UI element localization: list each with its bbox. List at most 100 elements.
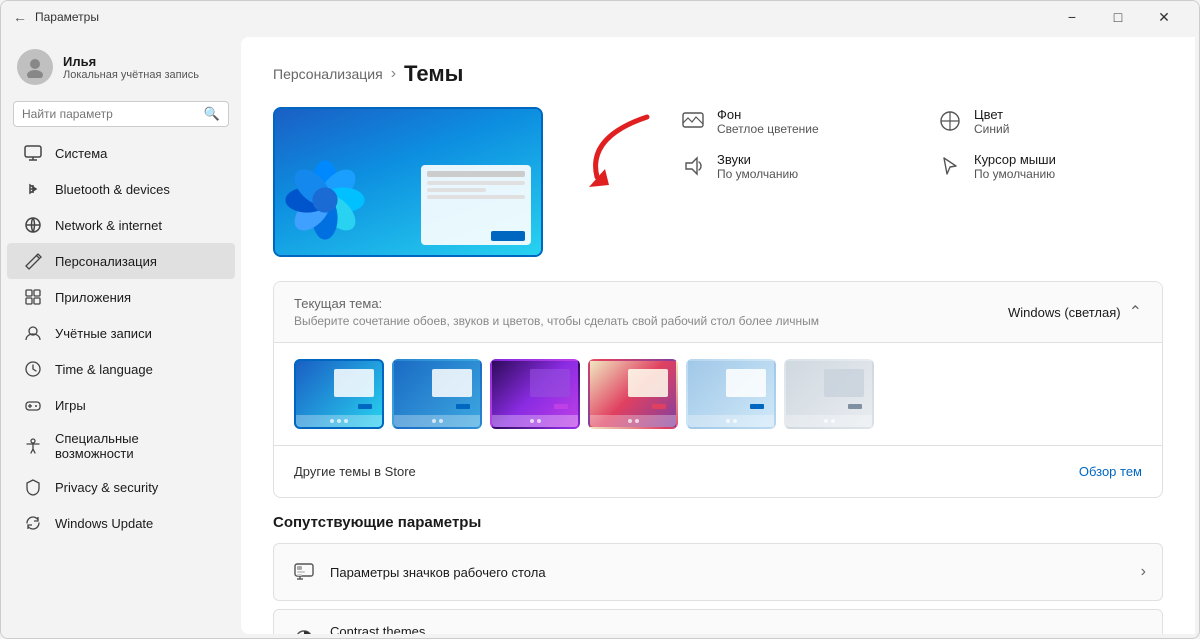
theme-thumb-1[interactable] [294,359,384,429]
update-icon [23,513,43,533]
thumb-btn-2 [456,404,470,409]
breadcrumb-parent[interactable]: Персонализация [273,66,383,82]
thumb-taskbar-2 [394,415,480,427]
prop-name-color: Цвет [974,107,1009,122]
sidebar-label-gaming: Игры [55,398,86,413]
taskbar-dot [530,419,534,423]
taskbar-dot [831,419,835,423]
theme-thumb-5[interactable] [686,359,776,429]
prop-name-cursor: Курсор мыши [974,152,1056,167]
apps-icon [23,287,43,307]
taskbar-dot [344,419,348,423]
theme-prop-sounds: Звуки По умолчанию [681,152,906,181]
settings-item-left-contrast: Contrast themes Color themes for low vis… [290,624,539,634]
sidebar-label-privacy: Privacy & security [55,480,158,495]
settings-item-text-desktop: Параметры значков рабочего стола [330,565,546,580]
thumb-taskbar-1 [296,415,382,427]
theme-thumb-2[interactable] [392,359,482,429]
avatar [17,49,53,85]
prop-value-sounds: По умолчанию [717,167,798,181]
window-controls: − □ ✕ [1049,1,1187,33]
thumb-window-6 [824,369,864,397]
annotation-arrow [567,107,657,197]
sidebar: Илья Локальная учётная запись 🔍 [1,33,241,638]
accessibility-icon [23,436,43,456]
title-bar-left: ← Параметры [13,9,99,25]
prop-info-color: Цвет Синий [974,107,1009,136]
user-name: Илья [63,54,199,69]
sidebar-item-accessibility[interactable]: Специальные возможности [7,423,235,469]
sidebar-item-privacy[interactable]: Privacy & security [7,469,235,505]
contrast-icon [290,625,318,635]
sidebar-item-gaming[interactable]: Игры [7,387,235,423]
preview-btn-mock [491,231,525,241]
chevron-right-icon-desktop: › [1141,563,1146,581]
sidebar-label-update: Windows Update [55,516,153,531]
user-subtitle: Локальная учётная запись [63,69,199,81]
user-info: Илья Локальная учётная запись [63,54,199,81]
prop-value-background: Светлое цветение [717,122,819,136]
settings-item-left-desktop: Параметры значков рабочего стола [290,558,546,586]
taskbar-dot [635,419,639,423]
sidebar-item-time[interactable]: Time & language [7,351,235,387]
sidebar-label-accessibility: Специальные возможности [55,431,219,461]
theme-store-row: Другие темы в Store Обзор тем [274,445,1162,497]
taskbar-dot [733,419,737,423]
related-settings-list: Параметры значков рабочего стола › [273,543,1163,634]
breadcrumb: Персонализация › Темы [273,61,1163,87]
sidebar-item-network[interactable]: Network & internet [7,207,235,243]
sidebar-item-accounts[interactable]: Учётные записи [7,315,235,351]
settings-window: ← Параметры − □ ✕ Илья Локальная уч [0,0,1200,639]
breadcrumb-current: Темы [404,61,463,87]
theme-thumb-3[interactable] [490,359,580,429]
title-bar: ← Параметры − □ ✕ [1,1,1199,33]
thumb-taskbar-4 [590,415,676,427]
settings-item-desktop-icons[interactable]: Параметры значков рабочего стола › [273,543,1163,601]
theme-thumb-6[interactable] [784,359,874,429]
thumb-window-3 [530,369,570,397]
settings-item-contrast[interactable]: Contrast themes Color themes for low vis… [273,609,1163,634]
gaming-icon [23,395,43,415]
chevron-up-icon: ⌃ [1129,302,1142,322]
theme-properties: Фон Светлое цветение Цв [681,107,1163,181]
thumb-taskbar-3 [492,415,578,427]
thumb-btn-1 [358,404,372,409]
desktop-icons-name: Параметры значков рабочего стола [330,565,546,580]
sidebar-label-time: Time & language [55,362,153,377]
background-icon [681,109,705,133]
theme-thumb-4[interactable] [588,359,678,429]
theme-section: Текущая тема: Выберите сочетание обоев, … [273,281,1163,498]
sidebar-item-bluetooth[interactable]: Bluetooth & devices [7,171,235,207]
minimize-button[interactable]: − [1049,1,1095,33]
thumb-taskbar-5 [688,415,774,427]
theme-store-label: Другие темы в Store [294,464,416,479]
sidebar-label-accounts: Учётные записи [55,326,152,341]
sidebar-item-apps[interactable]: Приложения [7,279,235,315]
sidebar-item-update[interactable]: Windows Update [7,505,235,541]
prop-name-sounds: Звуки [717,152,798,167]
prop-info-sounds: Звуки По умолчанию [717,152,798,181]
sidebar-item-personalization[interactable]: Персонализация [7,243,235,279]
thumb-btn-5 [750,404,764,409]
back-icon[interactable]: ← [13,9,27,25]
sounds-icon [681,154,705,178]
prop-name-background: Фон [717,107,819,122]
thumb-btn-3 [554,404,568,409]
search-box[interactable]: 🔍 [13,101,229,127]
sidebar-item-system[interactable]: Система [7,135,235,171]
settings-item-text-contrast: Contrast themes Color themes for low vis… [330,624,539,634]
breadcrumb-sep: › [391,65,396,83]
browse-themes-button[interactable]: Обзор тем [1079,460,1142,483]
search-input[interactable] [22,107,198,121]
theme-header-right[interactable]: Windows (светлая) ⌃ [1008,302,1142,322]
current-theme-value: Windows (светлая) [1008,305,1121,320]
current-theme-label: Текущая тема: [294,296,819,311]
user-section: Илья Локальная учётная запись [1,41,241,101]
privacy-icon [23,477,43,497]
taskbar-dot [337,419,341,423]
maximize-button[interactable]: □ [1095,1,1141,33]
theme-preview-image [273,107,543,257]
close-button[interactable]: ✕ [1141,1,1187,33]
theme-header: Текущая тема: Выберите сочетание обоев, … [274,282,1162,343]
sidebar-label-system: Система [55,146,107,161]
